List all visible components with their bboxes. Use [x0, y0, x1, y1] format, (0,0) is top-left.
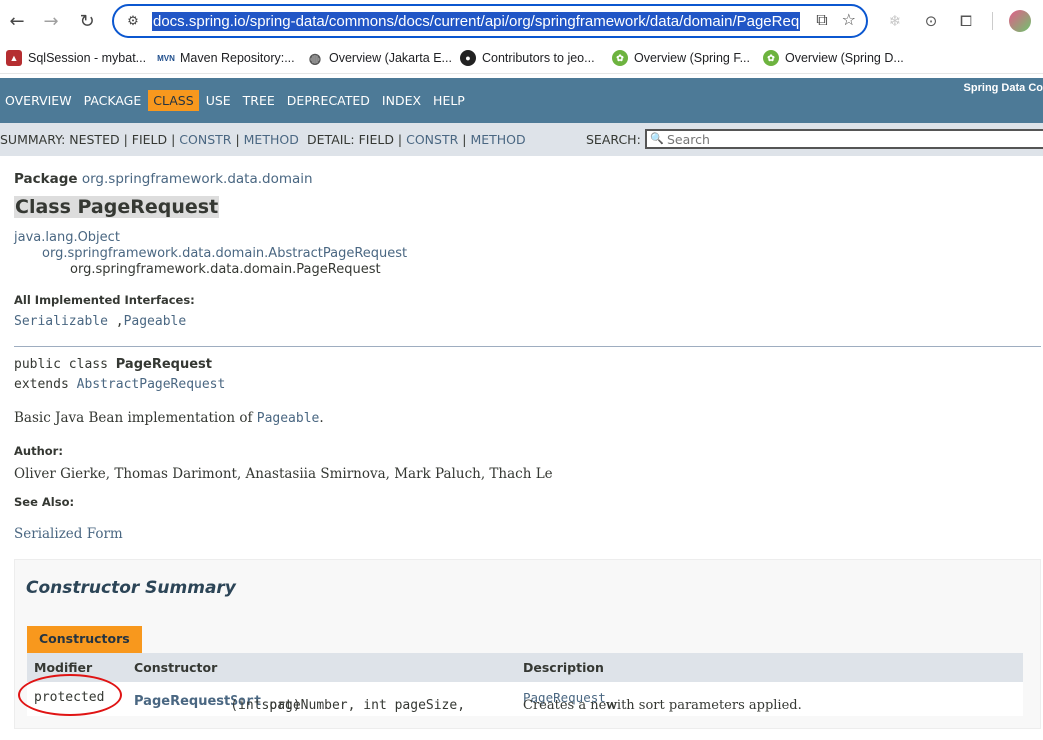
search-input[interactable] [667, 131, 1037, 147]
package-line: Package org.springframework.data.domain [14, 171, 313, 187]
site-settings-icon[interactable]: ⚙ [124, 12, 142, 30]
interfaces-list: Serializable ,Pageable [14, 314, 187, 329]
author-label: Author: [14, 444, 63, 458]
nav-class: CLASS [148, 90, 199, 111]
nav-tree[interactable]: TREE [238, 90, 280, 111]
author-value: Oliver Gierke, Thomas Darimont, Anastasi… [14, 466, 553, 482]
toolbar-divider [992, 12, 993, 30]
bookmark-item[interactable]: ✿ Overview (Spring F... [612, 50, 750, 66]
browser-toolbar: ← → ↻ ⚙ docs.spring.io/spring-data/commo… [0, 0, 1043, 42]
summary-links: SUMMARY: NESTED | FIELD | CONSTR | METHO… [0, 132, 299, 147]
constructor-cell: PageRequest (int pageNumber, int pageSize… [134, 694, 466, 713]
hierarchy-current: org.springframework.data.domain.PageRequ… [70, 262, 381, 277]
bookmark-item[interactable]: ◍ Overview (Jakarta E... [307, 50, 452, 66]
puzzle-icon[interactable]: ⧠ [955, 10, 977, 32]
bookmark-item[interactable]: ▲ SqlSession - mybat... [6, 50, 146, 66]
hierarchy-abstract-link[interactable]: org.springframework.data.domain.Abstract… [42, 246, 407, 261]
profile-avatar[interactable] [1009, 10, 1031, 32]
detail-links: DETAIL: FIELD | CONSTR | METHOD [307, 132, 526, 147]
constructor-summary-title: Constructor Summary [26, 578, 236, 598]
url-text[interactable]: docs.spring.io/spring-data/commons/docs/… [152, 12, 800, 31]
column-constructor: Constructor [134, 660, 218, 675]
bookmark-label: Maven Repository:... [180, 51, 295, 65]
class-description: Basic Java Bean implementation of Pageab… [14, 410, 324, 426]
spring-icon: ✿ [763, 50, 779, 66]
bookmark-label: Contributors to jeo... [482, 51, 595, 65]
interface-serializable-link[interactable]: Serializable [14, 314, 108, 329]
constructor-link[interactable]: PageRequest [134, 694, 230, 709]
github-icon: ● [460, 50, 476, 66]
see-also-label: See Also: [14, 495, 75, 509]
bookmark-item[interactable]: ● Contributors to jeo... [460, 50, 595, 66]
constructors-caption: Constructors [27, 626, 142, 653]
search-icon: 🔍 [650, 132, 664, 145]
modifier-cell: protected [34, 690, 105, 705]
table-row: protected PageRequest (int pageNumber, in… [18, 674, 1023, 716]
extension-icon[interactable]: ❄ [884, 10, 906, 32]
table-header: Modifier Constructor Description [27, 653, 1023, 682]
translate-icon[interactable]: ⧉ [816, 10, 827, 30]
interface-pageable-link[interactable]: Pageable [124, 314, 187, 329]
search-label: SEARCH: [586, 132, 641, 147]
pageable-link[interactable]: Pageable [257, 411, 320, 426]
nav-deprecated[interactable]: DEPRECATED [282, 90, 375, 111]
interfaces-label: All Implemented Interfaces: [14, 293, 195, 307]
column-modifier: Modifier [34, 660, 93, 675]
summary-constr-link[interactable]: CONSTR [179, 132, 231, 147]
forward-arrow-icon[interactable]: → [38, 8, 64, 34]
devtools-extension-icon[interactable]: ⊙ [920, 10, 942, 32]
summary-method-link[interactable]: METHOD [244, 132, 299, 147]
nav-use[interactable]: USE [201, 90, 236, 111]
description-cell: Creates a new PageRequest with sort para… [523, 690, 802, 713]
back-arrow-icon[interactable]: ← [4, 8, 30, 34]
nav-overview[interactable]: OVERVIEW [0, 90, 77, 111]
javadoc-sub-nav: SUMMARY: NESTED | FIELD | CONSTR | METHO… [0, 123, 1043, 156]
bookmarks-bar: ▲ SqlSession - mybat... MVN Maven Reposi… [0, 42, 1043, 74]
page-title: Class PageRequest [14, 196, 220, 218]
constructor-summary-section: Constructor Summary Constructors Modifie… [14, 559, 1041, 729]
divider [14, 346, 1041, 347]
maven-icon: MVN [157, 53, 175, 63]
serialized-form-link[interactable]: Serialized Form [14, 526, 123, 542]
column-description: Description [523, 660, 604, 675]
mybatis-icon: ▲ [6, 50, 22, 66]
search-box[interactable]: 🔍 [645, 129, 1043, 149]
package-link[interactable]: org.springframework.data.domain [82, 171, 313, 187]
bookmark-label: Overview (Spring D... [785, 51, 904, 65]
detail-constr-link[interactable]: CONSTR [406, 132, 458, 147]
bookmark-label: Overview (Jakarta E... [329, 51, 452, 65]
superclass-link[interactable]: AbstractPageRequest [77, 377, 226, 392]
bookmark-label: Overview (Spring F... [634, 51, 751, 65]
bookmark-item[interactable]: MVN Maven Repository:... [157, 50, 295, 66]
detail-method-link[interactable]: METHOD [470, 132, 525, 147]
star-icon[interactable]: ☆ [842, 10, 856, 30]
reload-icon[interactable]: ↻ [74, 8, 100, 34]
constructor-table: Modifier Constructor Description protect… [18, 653, 1023, 716]
spring-icon: ✿ [612, 50, 628, 66]
bookmark-label: SqlSession - mybat... [28, 51, 147, 65]
class-signature-line1: public class PageRequest [14, 357, 212, 372]
bookmark-item[interactable]: ✿ Overview (Spring D... [763, 50, 904, 66]
class-signature-line2: extends AbstractPageRequest [14, 377, 226, 392]
nav-package[interactable]: PACKAGE [79, 90, 147, 111]
address-bar[interactable]: ⚙ docs.spring.io/spring-data/commons/doc… [112, 4, 868, 38]
nav-help[interactable]: HELP [428, 90, 470, 111]
nav-index[interactable]: INDEX [377, 90, 426, 111]
globe-icon: ◍ [308, 49, 322, 66]
about-text: Spring Data Co [963, 82, 1043, 94]
javadoc-top-nav: OVERVIEW PACKAGE CLASS USE TREE DEPRECAT… [0, 78, 1043, 123]
hierarchy-object-link[interactable]: java.lang.Object [14, 230, 120, 245]
